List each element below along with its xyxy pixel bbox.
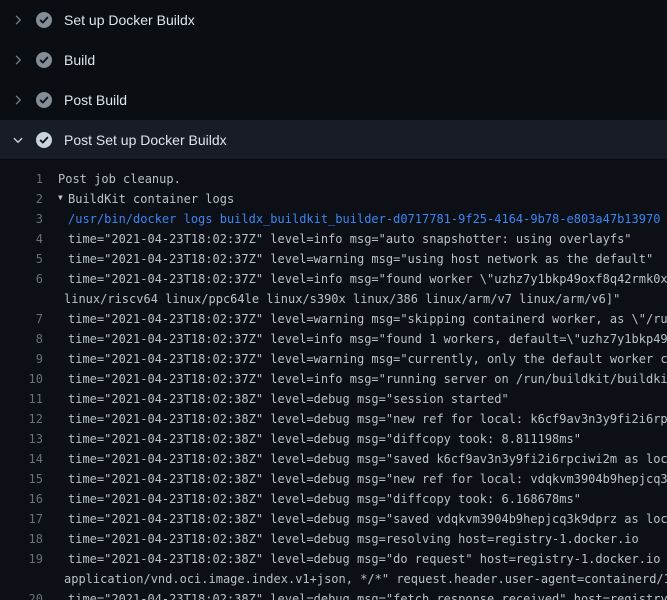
command-text: /usr/bin/docker logs buildx_buildkit_bui… [68, 209, 660, 229]
log-text: time="2021-04-23T18:02:38Z" level=debug … [68, 549, 667, 569]
step-row[interactable]: Post Build [0, 80, 667, 120]
log-line: 14 time="2021-04-23T18:02:38Z" level=deb… [0, 449, 667, 469]
log-line: 3 /usr/bin/docker logs buildx_buildkit_b… [0, 209, 667, 229]
actions-log-viewer: Set up Docker Buildx Build Post Build Po… [0, 0, 667, 600]
line-number[interactable]: 13 [0, 429, 43, 449]
log-line: 18 time="2021-04-23T18:02:38Z" level=deb… [0, 529, 667, 549]
log-line: 10 time="2021-04-23T18:02:37Z" level=inf… [0, 369, 667, 389]
check-circle-icon [36, 52, 52, 68]
line-number[interactable]: 9 [0, 349, 43, 369]
log-line: 11 time="2021-04-23T18:02:38Z" level=deb… [0, 389, 667, 409]
line-number[interactable]: 14 [0, 449, 43, 469]
log-text: time="2021-04-23T18:02:37Z" level=warnin… [68, 309, 667, 329]
log-line: 19 time="2021-04-23T18:02:38Z" level=deb… [0, 549, 667, 569]
log-line: 17 time="2021-04-23T18:02:38Z" level=deb… [0, 509, 667, 529]
log-text: application/vnd.oci.image.index.v1+json,… [64, 569, 667, 589]
log-line: 2 ▼BuildKit container logs [0, 189, 667, 209]
step-row[interactable]: Set up Docker Buildx [0, 0, 667, 40]
log-text: time="2021-04-23T18:02:38Z" level=debug … [68, 449, 667, 469]
log-text: time="2021-04-23T18:02:38Z" level=debug … [68, 429, 581, 449]
log-line: 20 time="2021-04-23T18:02:38Z" level=deb… [0, 589, 667, 600]
log-text: time="2021-04-23T18:02:38Z" level=debug … [68, 509, 667, 529]
log-line: application/vnd.oci.image.index.v1+json,… [0, 569, 667, 589]
steps-list: Set up Docker Buildx Build Post Build Po… [0, 0, 667, 160]
line-number[interactable]: 18 [0, 529, 43, 549]
log-text: time="2021-04-23T18:02:38Z" level=debug … [68, 389, 509, 409]
chevron-down-icon[interactable] [12, 134, 24, 146]
chevron-right-icon[interactable] [12, 14, 24, 26]
log-text: BuildKit container logs [68, 189, 234, 209]
line-number[interactable]: 11 [0, 389, 43, 409]
line-number[interactable]: 19 [0, 549, 43, 569]
line-number[interactable]: 2 [0, 189, 43, 209]
line-number[interactable]: 16 [0, 489, 43, 509]
check-circle-icon [36, 132, 52, 148]
log-line: 7 time="2021-04-23T18:02:37Z" level=warn… [0, 309, 667, 329]
line-number[interactable]: 8 [0, 329, 43, 349]
step-label: Set up Docker Buildx [64, 12, 195, 28]
line-number [0, 569, 43, 589]
log-text: Post job cleanup. [58, 169, 181, 189]
check-circle-icon [36, 92, 52, 108]
line-number[interactable]: 1 [0, 169, 43, 189]
log-line: 15 time="2021-04-23T18:02:38Z" level=deb… [0, 469, 667, 489]
log-text: time="2021-04-23T18:02:37Z" level=info m… [68, 229, 632, 249]
log-area: 1 Post job cleanup. 2 ▼BuildKit containe… [0, 160, 667, 600]
chevron-right-icon[interactable] [12, 54, 24, 66]
step-label: Post Build [64, 92, 127, 108]
log-text: time="2021-04-23T18:02:38Z" level=debug … [68, 529, 639, 549]
log-text: time="2021-04-23T18:02:38Z" level=debug … [68, 409, 667, 429]
log-text: time="2021-04-23T18:02:38Z" level=debug … [68, 489, 581, 509]
log-line: 6 time="2021-04-23T18:02:37Z" level=info… [0, 269, 667, 289]
line-number[interactable]: 6 [0, 269, 43, 289]
log-text: time="2021-04-23T18:02:38Z" level=debug … [68, 469, 667, 489]
step-row[interactable]: Post Set up Docker Buildx [0, 120, 667, 160]
line-number[interactable]: 5 [0, 249, 43, 269]
chevron-right-icon[interactable] [12, 94, 24, 106]
log-line: 5 time="2021-04-23T18:02:37Z" level=warn… [0, 249, 667, 269]
line-number[interactable]: 7 [0, 309, 43, 329]
log-line: 9 time="2021-04-23T18:02:37Z" level=warn… [0, 349, 667, 369]
check-circle-icon [36, 12, 52, 28]
log-text: time="2021-04-23T18:02:37Z" level=info m… [68, 329, 667, 349]
log-line: 4 time="2021-04-23T18:02:37Z" level=info… [0, 229, 667, 249]
step-label: Post Set up Docker Buildx [64, 132, 227, 148]
line-number [0, 289, 43, 309]
log-line: 8 time="2021-04-23T18:02:37Z" level=info… [0, 329, 667, 349]
log-line: linux/riscv64 linux/ppc64le linux/s390x … [0, 289, 667, 309]
log-line: 16 time="2021-04-23T18:02:38Z" level=deb… [0, 489, 667, 509]
log-text: time="2021-04-23T18:02:37Z" level=info m… [68, 269, 667, 289]
line-number[interactable]: 3 [0, 209, 43, 229]
log-text: linux/riscv64 linux/ppc64le linux/s390x … [64, 289, 620, 309]
group-collapse-icon[interactable]: ▼ [58, 188, 68, 208]
line-number[interactable]: 17 [0, 509, 43, 529]
line-number[interactable]: 12 [0, 409, 43, 429]
line-number[interactable]: 10 [0, 369, 43, 389]
step-row[interactable]: Build [0, 40, 667, 80]
line-number[interactable]: 20 [0, 589, 43, 600]
log-line: 12 time="2021-04-23T18:02:38Z" level=deb… [0, 409, 667, 429]
log-text: time="2021-04-23T18:02:37Z" level=warnin… [68, 249, 653, 269]
step-label: Build [64, 52, 95, 68]
line-number[interactable]: 15 [0, 469, 43, 489]
log-line: 13 time="2021-04-23T18:02:38Z" level=deb… [0, 429, 667, 449]
log-line: 1 Post job cleanup. [0, 169, 667, 189]
log-text: time="2021-04-23T18:02:37Z" level=info m… [68, 369, 667, 389]
log-text: time="2021-04-23T18:02:37Z" level=warnin… [68, 349, 667, 369]
log-text: time="2021-04-23T18:02:38Z" level=debug … [68, 589, 667, 600]
line-number[interactable]: 4 [0, 229, 43, 249]
